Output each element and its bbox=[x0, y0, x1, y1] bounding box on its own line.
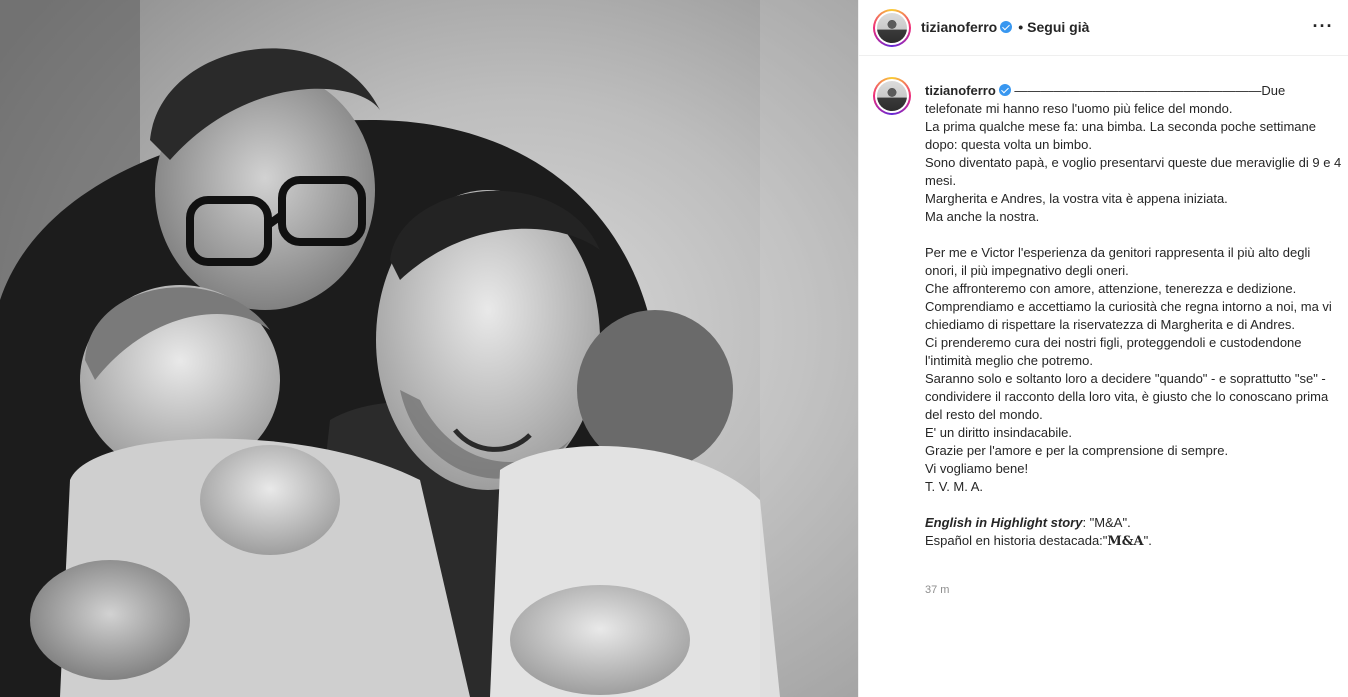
username-link[interactable]: tizianoferro bbox=[921, 19, 997, 35]
english-highlight-value: : "M&A". bbox=[1082, 515, 1131, 530]
caption-text: Che affronteremo con amore, attenzione, … bbox=[925, 281, 1297, 296]
spanish-highlight-value: M&A bbox=[1107, 534, 1144, 549]
caption-text: La prima qualche mese fa: una bimba. La … bbox=[925, 119, 1320, 152]
caption-text: Saranno solo e soltanto loro a decidere … bbox=[925, 371, 1332, 422]
caption-text: Ci prenderemo cura dei nostri figli, pro… bbox=[925, 335, 1306, 368]
caption-text: E' un diritto insindacabile. bbox=[925, 425, 1073, 440]
english-highlight-label: English in Highlight story bbox=[925, 515, 1083, 530]
avatar[interactable] bbox=[873, 9, 911, 47]
caption-avatar[interactable] bbox=[873, 77, 911, 115]
post-photo[interactable] bbox=[0, 0, 858, 697]
caption-text: T. V. M. A. bbox=[925, 479, 984, 494]
caption-first-line: tizianoferro ———————————————————Due tele… bbox=[925, 82, 1343, 118]
post-caption: tizianoferro ———————————————————Due tele… bbox=[925, 82, 1343, 551]
caption-text: Margherita e Andres, la vostra vita è ap… bbox=[925, 191, 1228, 206]
caption-text: Sono diventato papà, e voglio presentarv… bbox=[925, 155, 1345, 188]
post-details-panel: tizianoferro • Segui già ··· tizianoferro … bbox=[858, 0, 1348, 697]
verified-badge-icon bbox=[1000, 21, 1013, 33]
following-button[interactable]: Segui già bbox=[1027, 19, 1089, 35]
caption-spanish-note: Español en historia destacada:"M&A". bbox=[925, 532, 1343, 551]
caption-text: Comprendiamo e accettiamo la curiosità c… bbox=[925, 299, 1336, 332]
spanish-highlight-end: ". bbox=[1143, 533, 1152, 548]
post-timestamp[interactable]: 37 m bbox=[925, 584, 949, 596]
verified-badge-icon bbox=[998, 84, 1011, 96]
caption-username-link[interactable]: tizianoferro bbox=[925, 83, 996, 98]
spanish-highlight-label: Español en historia destacada:" bbox=[925, 533, 1108, 548]
caption-text: Ma anche la nostra. bbox=[925, 209, 1040, 224]
post-header: tizianoferro • Segui già ··· bbox=[859, 0, 1348, 56]
caption-text: Vi vogliamo bene! bbox=[925, 461, 1029, 476]
more-options-icon[interactable]: ··· bbox=[1311, 16, 1335, 40]
post-photo-illustration bbox=[0, 0, 858, 697]
caption-text: Per me e Victor l'esperienza da genitori… bbox=[925, 245, 1314, 278]
caption-text: Grazie per l'amore e per la comprensione… bbox=[925, 443, 1229, 458]
caption-english-note: English in Highlight story: "M&A". bbox=[925, 514, 1343, 532]
separator-dot: • bbox=[1018, 19, 1024, 35]
header-username-row: tizianoferro • Segui già bbox=[921, 19, 1089, 35]
